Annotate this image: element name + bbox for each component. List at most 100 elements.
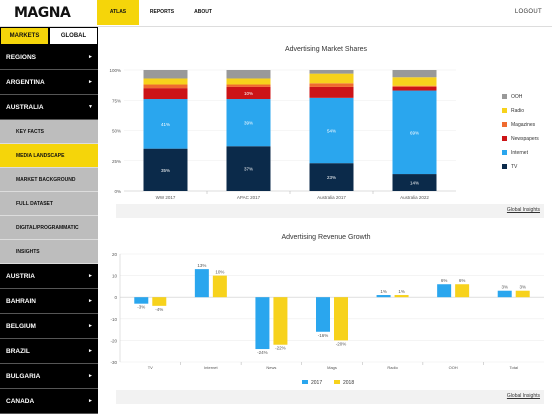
data-label: -16% [318,333,329,338]
sidebar: MARKETS GLOBAL REGIONS ► ARGENTINA ► AUSTRAL… [0,27,98,414]
sidebar-item-australia[interactable]: AUSTRALIA ▼ [0,95,98,120]
sidebar-item-label: BELGIUM [6,322,36,330]
magna-logo[interactable]: MAGNA [14,5,71,21]
legend-swatch [302,380,308,384]
bar [376,295,391,298]
y-tick-label: 0% [114,189,121,194]
bar-segment [226,70,271,79]
chevron-right-icon: ► [88,79,93,85]
data-label: 41% [161,122,170,127]
sidebar-item-label: INSIGHTS [16,248,40,255]
card-footer-1: Global Insights [116,204,544,218]
bar [437,284,452,298]
x-tick-label: Mags [327,365,337,370]
data-label: -3% [137,305,145,310]
bar [212,275,227,298]
data-label: -20% [336,341,347,346]
tab-reports[interactable]: REPORTS [143,0,181,25]
data-label: -4% [155,307,163,312]
market-shares-chart: 0% 25% 50% 75% 100% 35% 41% WW 2017 37% 39% 10% APA… [109,68,539,200]
sidebar-tabs: MARKETS GLOBAL [0,27,98,45]
sidebar-item-bahrain[interactable]: BAHRAIN ► [0,289,98,314]
tab-global[interactable]: GLOBAL [49,27,98,45]
chevron-right-icon: ► [88,273,93,279]
sidebar-item-label: DIGITAL/PROGRAMMATIC [16,224,79,231]
bar-segment [226,84,271,87]
legend-label: Newspapers [511,136,539,142]
bar-segment [309,73,354,84]
data-label: 23% [327,175,336,180]
sidebar-item-argentina[interactable]: ARGENTINA ► [0,70,98,95]
sidebar-item-label: KEY FACTS [16,128,44,135]
legend-label: Internet [511,150,529,156]
sidebar-item-regions[interactable]: REGIONS ► [0,45,98,70]
legend-label: Radio [511,108,524,114]
chevron-down-icon: ▼ [88,104,93,110]
sidebar-item-key-facts[interactable]: KEY FACTS [0,120,98,144]
sidebar-item-label: BAHRAIN [6,297,36,305]
bar [134,297,149,304]
global-insights-link-1[interactable]: Global Insights [507,207,540,213]
bar-segment [226,78,271,85]
sidebar-item-market-background[interactable]: MARKET BACKGROUND [0,168,98,192]
bar-segment [392,85,437,87]
revenue-growth-chart: -30 -20 -10 0 10 20 -3% -4% TV 13% 10% Internet -24%… [110,252,544,386]
bar-segment [143,78,188,85]
data-label: 6% [459,278,466,283]
sidebar-item-media-landscape[interactable]: MEDIA LANDSCAPE [0,144,98,168]
chevron-right-icon: ► [88,323,93,329]
sidebar-item-austria[interactable]: AUSTRIA ► [0,264,98,289]
legend-label: Magazines [511,122,536,128]
sidebar-item-label: AUSTRIA [6,272,35,280]
tab-atlas[interactable]: ATLAS [97,0,139,25]
x-tick-label: TV [148,365,153,370]
data-label: 1% [380,289,387,294]
bar [394,295,409,298]
revenue-growth-title: Advertising Revenue Growth [281,234,371,241]
x-tick-label: APAC 2017 [237,195,261,200]
data-label: -22% [275,346,286,351]
y-tick-label: -10 [110,317,117,322]
data-label: 14% [410,181,419,186]
y-tick-label: 75% [112,98,121,103]
bar [497,290,512,298]
bar-segment [309,86,354,98]
data-label: 3% [501,285,508,290]
sidebar-item-insights[interactable]: INSIGHTS [0,240,98,264]
bar [255,297,270,350]
sidebar-item-full-dataset[interactable]: FULL DATASET [0,192,98,216]
sidebar-item-bulgaria[interactable]: BULGARIA ► [0,364,98,389]
chevron-right-icon: ► [88,348,93,354]
legend-label: 2018 [343,380,354,386]
data-label: 37% [244,167,253,172]
y-tick-label: 20 [112,252,118,257]
top-bar: MAGNA ATLAS REPORTS ABOUT LOGOUT [0,0,552,27]
y-tick-label: 50% [112,129,121,134]
tab-markets[interactable]: MARKETS [0,27,49,45]
bar-segment [143,70,188,79]
legend-swatch [502,136,507,141]
sidebar-item-belgium[interactable]: BELGIUM ► [0,314,98,339]
x-tick-label: Total [509,365,518,370]
legend-label: 2017 [311,380,322,386]
global-insights-link-2[interactable]: Global Insights [507,393,540,399]
sidebar-item-canada[interactable]: CANADA ► [0,389,98,414]
data-label: 13% [197,263,206,268]
sidebar-item-label: BULGARIA [6,372,41,380]
sidebar-item-label: BRAZIL [6,347,30,355]
legend-label: TV [511,164,518,170]
legend-swatch [502,150,507,155]
x-tick-label: Australia 2022 [400,195,429,200]
bar [152,297,167,306]
chevron-right-icon: ► [88,54,93,60]
data-label: 69% [410,130,419,135]
logout-link[interactable]: LOGOUT [515,9,542,15]
sidebar-item-label: FULL DATASET [16,200,53,207]
tab-about[interactable]: ABOUT [188,0,218,25]
sidebar-item-label: REGIONS [6,53,36,61]
sidebar-item-digital-programmatic[interactable]: DIGITAL/PROGRAMMATIC [0,216,98,240]
sidebar-item-brazil[interactable]: BRAZIL ► [0,339,98,364]
chevron-right-icon: ► [88,298,93,304]
x-tick-label: WW 2017 [156,195,176,200]
data-label: 10% [215,270,224,275]
